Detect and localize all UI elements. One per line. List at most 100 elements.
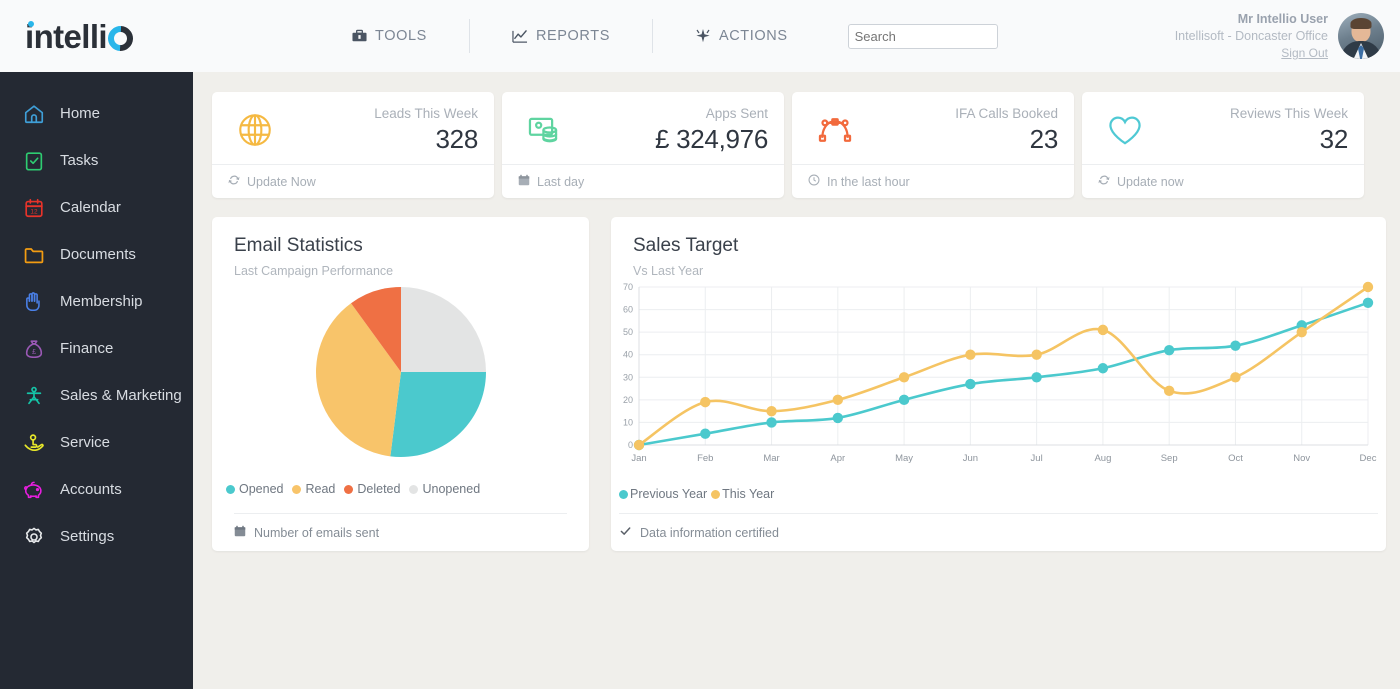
legend-label-unopened: Unopened (422, 482, 481, 496)
sidebar-item-settings[interactable]: Settings (0, 513, 193, 560)
data-point-previous-year[interactable] (898, 394, 910, 406)
data-point-this-year[interactable] (1031, 349, 1042, 360)
stat-card-leads[interactable]: Leads This Week 328 Update Now (212, 92, 494, 198)
legend-item-this-year[interactable]: This Year (711, 487, 774, 501)
sidebar-item-documents[interactable]: Documents (0, 231, 193, 278)
service-hand-icon (22, 431, 46, 455)
stat-card-reviews[interactable]: Reviews This Week 32 Update now (1082, 92, 1364, 198)
line-series-this-year (637, 285, 1370, 447)
stat-card-apps-sent-value: £ 324,976 (655, 123, 768, 154)
stat-card-apps-sent-footer-label: Last day (537, 174, 585, 189)
nav-item-tools-label: TOOLS (375, 28, 427, 44)
data-point-this-year[interactable] (1097, 324, 1109, 336)
data-point-previous-year[interactable] (700, 428, 711, 439)
stat-card-reviews-footer[interactable]: Update now (1082, 164, 1364, 198)
nav-item-actions[interactable]: ACTIONS (651, 19, 830, 53)
x-axis-tick-label: Aug (1094, 453, 1111, 464)
sidebar-item-finance[interactable]: £ Finance (0, 325, 193, 372)
sidebar-item-sales-marketing[interactable]: Sales & Marketing (0, 372, 193, 419)
globe-icon (228, 111, 282, 149)
sidebar: Home Tasks 12 Calendar Documents Members… (0, 72, 193, 689)
sidebar-item-finance-label: Finance (60, 340, 114, 357)
stat-card-ifa-calls-footer[interactable]: In the last hour (792, 164, 1074, 198)
nav-item-reports[interactable]: REPORTS (468, 19, 652, 53)
data-point-this-year[interactable] (1163, 385, 1175, 397)
line-series-previous-year (637, 301, 1370, 447)
data-point-this-year[interactable] (832, 394, 844, 406)
brand-name: intelli (25, 17, 108, 55)
avatar[interactable] (1338, 13, 1384, 59)
sidebar-item-settings-label: Settings (60, 528, 115, 545)
nav-item-actions-label: ACTIONS (718, 28, 788, 44)
sales-target-footer-label: Data information certified (640, 525, 779, 540)
data-point-previous-year[interactable] (965, 378, 976, 390)
stat-card-reviews-footer-label: Update now (1117, 174, 1184, 189)
stat-card-apps-sent[interactable]: Apps Sent £ 324,976 Last day (502, 92, 784, 198)
email-statistics-panel: Email Statistics Last Campaign Performan… (212, 217, 589, 551)
legend-label-previous-year: Previous Year (630, 487, 708, 501)
data-point-this-year[interactable] (1296, 326, 1307, 338)
stat-card-ifa-calls[interactable]: IFA Calls Booked 23 In the last hour (792, 92, 1074, 198)
legend-item-read[interactable]: Read (292, 482, 335, 496)
brand-ring-icon (102, 20, 139, 56)
email-statistics-footer-label: Number of emails sent (254, 525, 380, 540)
check-icon (619, 525, 632, 540)
legend-item-opened[interactable]: Opened (226, 482, 283, 496)
legend-label-read: Read (305, 482, 336, 496)
legend-item-unopened[interactable]: Unopened (409, 482, 480, 496)
stat-card-ifa-calls-meta: IFA Calls Booked 23 (862, 105, 1058, 155)
stat-card-apps-sent-footer[interactable]: Last day (502, 164, 784, 198)
y-axis-tick-label: 60 (623, 305, 633, 315)
nav-item-reports-label: REPORTS (535, 28, 610, 44)
stat-card-ifa-calls-footer-label: In the last hour (827, 174, 910, 189)
data-point-this-year[interactable] (766, 405, 777, 417)
search-input[interactable] (847, 23, 998, 49)
stat-card-reviews-label: Reviews This Week (1229, 106, 1348, 122)
sign-out-link[interactable]: Sign Out (1175, 45, 1328, 61)
brand-logo[interactable]: intelli (0, 17, 193, 56)
data-point-previous-year[interactable] (1230, 340, 1241, 351)
stat-card-reviews-meta: Reviews This Week 32 (1152, 105, 1348, 155)
legend-dot-opened (226, 484, 235, 494)
data-point-previous-year[interactable] (832, 412, 844, 424)
sidebar-item-membership[interactable]: Membership (0, 278, 193, 325)
legend-item-previous-year[interactable]: Previous Year (619, 487, 707, 501)
user-text: Mr Intellio User Intellisoft - Doncaster… (1175, 11, 1328, 61)
money-icon (518, 111, 572, 149)
sales-target-legend: Previous Year This Year (619, 487, 774, 501)
legend-item-deleted[interactable]: Deleted (344, 482, 400, 496)
data-point-previous-year[interactable] (766, 417, 777, 428)
sidebar-item-accounts[interactable]: Accounts (0, 466, 193, 513)
sales-target-line-chart[interactable]: 0 10 20 30 40 50 60 70 Jan Feb Mar Apr May Jun Jul Aug S… (611, 275, 1386, 475)
main-content: Leads This Week 328 Update Now Apps Sent… (193, 72, 1400, 689)
stat-card-leads-footer[interactable]: Update Now (212, 164, 494, 198)
email-statistics-pie-chart[interactable] (212, 279, 589, 474)
legend-label-this-year: This Year (722, 487, 775, 501)
data-point-this-year[interactable] (965, 349, 976, 360)
data-point-this-year[interactable] (898, 372, 910, 383)
legend-label-deleted: Deleted (357, 482, 401, 496)
data-point-this-year[interactable] (1362, 281, 1374, 293)
x-axis-tick-label: Feb (697, 453, 713, 464)
sidebar-item-home[interactable]: Home (0, 90, 193, 137)
money-bag-icon: £ (22, 337, 46, 361)
data-point-this-year[interactable] (1230, 372, 1241, 383)
data-point-previous-year[interactable] (1031, 372, 1042, 383)
sidebar-item-tasks[interactable]: Tasks (0, 137, 193, 184)
pie-slice-opened[interactable] (390, 372, 486, 457)
data-point-this-year[interactable] (633, 439, 645, 451)
toolbox-icon (352, 29, 367, 44)
clock-icon (808, 174, 820, 189)
data-point-this-year[interactable] (700, 396, 711, 408)
data-point-previous-year[interactable] (1362, 297, 1374, 308)
data-point-previous-year[interactable] (1097, 363, 1109, 374)
sidebar-item-calendar[interactable]: 12 Calendar (0, 184, 193, 231)
data-point-previous-year[interactable] (1163, 345, 1175, 356)
stat-card-apps-sent-label: Apps Sent (705, 106, 768, 122)
sidebar-item-accounts-label: Accounts (60, 481, 122, 498)
nav-item-tools[interactable]: TOOLS (310, 19, 469, 53)
x-axis-tick-label: May (895, 453, 913, 464)
gear-icon (22, 525, 46, 549)
sidebar-item-service[interactable]: Service (0, 419, 193, 466)
pie-slice-unopened[interactable] (401, 287, 486, 372)
